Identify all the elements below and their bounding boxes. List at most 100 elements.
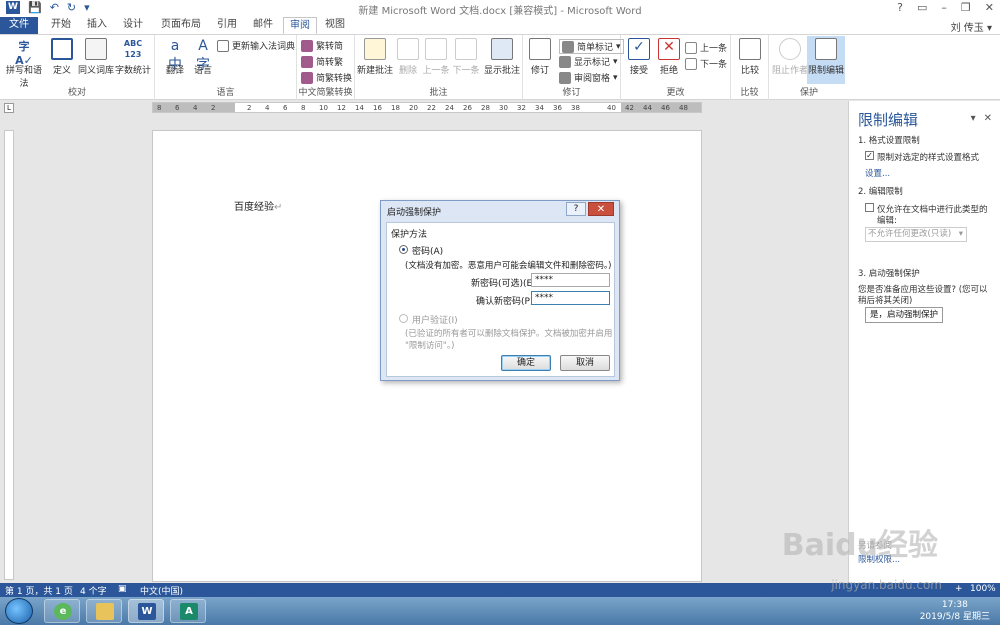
accept-button[interactable]: ✓ 接受: [623, 38, 655, 76]
horizontal-ruler[interactable]: 8 6 4 2 2 4 6 8 10 12 14 16 18 20 22 24 26 28 30 32 34 36 38 40…: [152, 102, 702, 113]
clock-time[interactable]: 17:38: [920, 599, 990, 611]
zoom-level[interactable]: 100%: [970, 584, 996, 594]
ok-button[interactable]: 确定: [501, 355, 551, 371]
ruler-tick: 30: [499, 104, 508, 112]
tab-file[interactable]: 文件: [0, 17, 38, 34]
simplified-to-traditional-button[interactable]: 简转繁: [301, 55, 343, 68]
dialog-title: 启动强制保护: [387, 208, 442, 218]
user-auth-radio[interactable]: [399, 314, 408, 323]
next-comment-button[interactable]: 下一条: [451, 38, 481, 76]
group-label: 更改: [666, 88, 685, 98]
clock-date[interactable]: 2019/5/8 星期三: [920, 611, 990, 623]
start-button[interactable]: [5, 598, 33, 624]
define-button[interactable]: 定义: [48, 38, 76, 76]
delete-comment-icon: [397, 38, 419, 60]
reject-icon: ✕: [658, 38, 680, 60]
ribbon-display-icon[interactable]: ▭: [917, 1, 927, 14]
ruler-tick: 6: [175, 104, 180, 112]
reviewing-pane-button[interactable]: 审阅窗格 ▾: [559, 71, 618, 84]
format-restriction-checkbox[interactable]: ✓: [865, 151, 874, 160]
document-text[interactable]: 百度经验↵: [234, 198, 282, 213]
tab-view[interactable]: 视图: [320, 17, 350, 34]
chinese-conversion-button[interactable]: 简繁转换: [301, 71, 352, 84]
spellcheck-icon: 字A✓: [15, 40, 33, 67]
password-radio[interactable]: [399, 245, 408, 254]
user-name[interactable]: 刘 传玉 ▾: [951, 19, 992, 34]
folder-icon: [96, 603, 114, 620]
delete-comment-button[interactable]: 删除: [393, 38, 423, 76]
ruler-tick: 12: [337, 104, 346, 112]
restore-icon[interactable]: ❐: [961, 1, 971, 14]
baidu-url-watermark: jingyan.baidu.com: [831, 578, 942, 592]
ruler-tick: 16: [373, 104, 382, 112]
new-password-field[interactable]: ****: [531, 273, 610, 287]
dialog-help-button[interactable]: ?: [566, 202, 586, 216]
previous-change-icon: [685, 41, 697, 54]
format-restriction-label: 限制对选定的样式设置格式: [877, 153, 980, 163]
thesaurus-button[interactable]: 同义词库: [77, 38, 115, 76]
cancel-button[interactable]: 取消: [560, 355, 610, 371]
start-enforcing-button[interactable]: 是，启动强制保护: [865, 307, 943, 323]
taskbar-app[interactable]: A: [170, 599, 206, 623]
tab-references[interactable]: 引用: [212, 17, 242, 34]
reject-button[interactable]: ✕ 拒绝: [653, 38, 685, 76]
group-chinese-conversion: 繁转简 简转繁 简繁转换 中文简繁转换: [297, 35, 355, 100]
compare-button[interactable]: 比较: [733, 38, 767, 76]
group-compare: 比较 比较: [731, 35, 769, 100]
taskbar-word[interactable]: W: [128, 599, 164, 623]
update-ime-dictionary-button[interactable]: 更新输入法词典: [217, 39, 295, 52]
language-status[interactable]: 中文(中国): [140, 584, 183, 597]
edit-restriction-checkbox[interactable]: [865, 203, 874, 212]
tab-mailings[interactable]: 邮件: [248, 17, 278, 34]
tab-layout[interactable]: 页面布局: [156, 17, 206, 34]
edit-type-dropdown[interactable]: 不允许任何更改(只读) ▾: [865, 227, 967, 242]
language-icon: A字: [196, 38, 210, 73]
show-comments-button[interactable]: 显示批注: [483, 38, 521, 76]
ruler-tick: 36: [553, 104, 562, 112]
taskbar-explorer[interactable]: [86, 599, 122, 623]
restrict-editing-button[interactable]: 限制编辑: [807, 36, 845, 84]
tab-home[interactable]: 开始: [46, 17, 76, 34]
dialog-close-button[interactable]: ✕: [588, 202, 614, 216]
confirm-password-field[interactable]: ****: [531, 291, 610, 305]
block-authors-button[interactable]: 阻止作者: [771, 38, 809, 76]
next-change-button[interactable]: 下一条: [685, 57, 727, 70]
taskbar-browser[interactable]: e: [44, 599, 80, 623]
previous-comment-button[interactable]: 上一条: [421, 38, 451, 76]
tab-review[interactable]: 审阅: [283, 17, 317, 34]
ruler-tick: 2: [247, 104, 252, 112]
pane-close-icon[interactable]: ✕: [984, 113, 992, 124]
word-count-button[interactable]: ABC 123 字数统计: [114, 38, 152, 76]
markup-mode-dropdown[interactable]: 简单标记 ▾: [559, 39, 624, 54]
section-edit-heading: 2. 编辑限制: [858, 187, 903, 197]
ruler-tick: 46: [661, 104, 670, 112]
translate-icon: a中: [168, 38, 182, 73]
spelling-grammar-button[interactable]: 字A✓ 拼写和语法: [2, 38, 46, 89]
tab-selector[interactable]: L: [4, 103, 14, 113]
language-button[interactable]: A字 语言: [185, 38, 221, 76]
tab-insert[interactable]: 插入: [82, 17, 112, 34]
convert-icon: [301, 71, 313, 84]
track-changes-button[interactable]: 修订: [525, 38, 555, 76]
new-comment-button[interactable]: 新建批注: [357, 38, 393, 76]
proofing-status-icon[interactable]: ▣: [118, 584, 127, 594]
next-comment-icon: [455, 38, 477, 60]
vertical-ruler[interactable]: [4, 130, 14, 580]
minimize-icon[interactable]: –: [941, 1, 947, 14]
ruler-tick: 4: [265, 104, 270, 112]
zoom-in-icon[interactable]: +: [955, 584, 963, 594]
password-option-label[interactable]: 密码(A): [412, 244, 443, 257]
settings-link[interactable]: 设置...: [865, 167, 890, 179]
tab-design[interactable]: 设计: [118, 17, 148, 34]
word-count[interactable]: 4 个字: [80, 584, 107, 597]
page-count[interactable]: 第 1 页，共 1 页: [5, 584, 73, 597]
taskbar: e W A 17:38 2019/5/8 星期三 jingyan.baidu.c…: [0, 578, 1000, 625]
help-icon[interactable]: ?: [897, 1, 903, 14]
traditional-to-simplified-button[interactable]: 繁转简: [301, 39, 343, 52]
close-icon[interactable]: ✕: [985, 1, 994, 14]
previous-change-button[interactable]: 上一条: [685, 41, 727, 54]
show-markup-button[interactable]: 显示标记 ▾: [559, 55, 618, 68]
pane-options-icon[interactable]: ▾: [971, 113, 976, 124]
enforce-question-2: 稍后将其关闭): [858, 296, 913, 306]
user-auth-option-label[interactable]: 用户验证(I): [412, 313, 458, 326]
